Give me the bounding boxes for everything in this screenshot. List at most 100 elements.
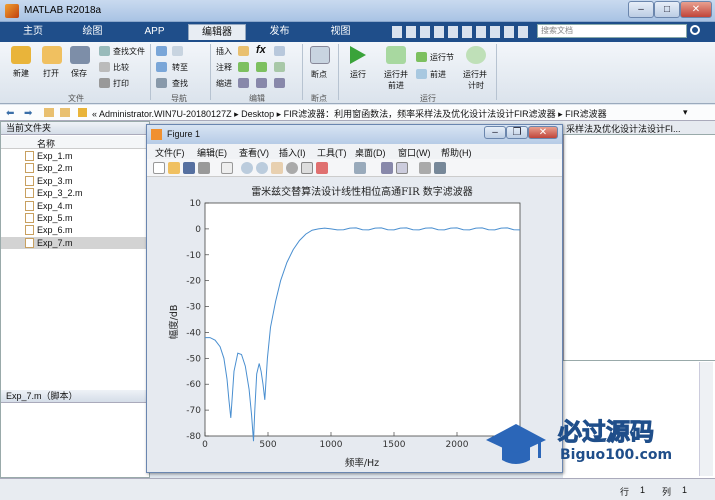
list-item[interactable]: Exp_3_2.m: [1, 187, 149, 199]
open-file-icon[interactable]: [168, 162, 180, 174]
wrap-comments-icon[interactable]: [274, 62, 285, 72]
print-figure-icon[interactable]: [198, 162, 210, 174]
list-item[interactable]: Exp_1.m: [1, 150, 149, 162]
link-plot-icon[interactable]: [354, 162, 366, 174]
goto-button[interactable]: 转至: [172, 62, 188, 73]
zoom-out-icon[interactable]: [256, 162, 268, 174]
pan-hand-icon[interactable]: [271, 162, 283, 174]
list-item[interactable]: Exp_2.m: [1, 162, 149, 174]
current-path[interactable]: « Administrator.WIN7U-20180127Z ▸ Deskto…: [92, 107, 607, 120]
menu-view[interactable]: 查看(V): [239, 146, 269, 159]
menu-window[interactable]: 窗口(W): [398, 146, 431, 159]
menu-help[interactable]: 帮助(H): [441, 146, 472, 159]
comment-button[interactable]: 注释: [216, 62, 232, 73]
editor-tab-area: 采样法及优化设计法设计FI...: [563, 121, 715, 135]
figure-minimize-button[interactable]: –: [484, 126, 506, 139]
menu-file[interactable]: 文件(F): [155, 146, 185, 159]
smart-indent-icon[interactable]: [238, 78, 249, 88]
open-folder-icon[interactable]: [42, 46, 62, 64]
data-cursor-icon[interactable]: [301, 162, 313, 174]
menu-edit[interactable]: 编辑(E): [197, 146, 227, 159]
breakpoints-button[interactable]: 断点: [311, 69, 327, 80]
rotate-3d-icon[interactable]: [286, 162, 298, 174]
tab-view[interactable]: 视图: [313, 24, 368, 40]
figure-title: Figure 1: [167, 129, 201, 139]
advance-button[interactable]: 前进: [430, 69, 446, 80]
tab-home[interactable]: 主页: [8, 24, 58, 40]
fx-icon[interactable]: fx: [256, 44, 266, 56]
list-item[interactable]: Exp_4.m: [1, 200, 149, 212]
minimize-button[interactable]: –: [628, 1, 654, 18]
save-icon[interactable]: [70, 46, 90, 64]
address-bar[interactable]: ⬅ ➡ « Administrator.WIN7U-20180127Z ▸ De…: [0, 105, 715, 121]
search-docs-input[interactable]: 搜索文档: [537, 24, 687, 38]
forward-arrow-icon[interactable]: [172, 46, 183, 56]
compare-button[interactable]: 比较: [113, 62, 129, 73]
tab-plots[interactable]: 绘图: [65, 24, 120, 40]
figure-menu-bar: 文件(F) 编辑(E) 查看(V) 插入(I) 工具(T) 桌面(D) 窗口(W…: [147, 144, 562, 159]
edit-plot-icon[interactable]: [221, 162, 233, 174]
run-and-advance-line2[interactable]: 前进: [388, 80, 404, 91]
increase-indent-icon[interactable]: [256, 78, 267, 88]
list-item[interactable]: Exp_6.m: [1, 224, 149, 236]
run-icon[interactable]: [350, 46, 366, 64]
run-and-time-line1[interactable]: 运行并: [463, 69, 487, 80]
new-figure-icon[interactable]: [153, 162, 165, 174]
menu-desktop[interactable]: 桌面(D): [355, 146, 386, 159]
insert-section-icon[interactable]: [238, 46, 249, 56]
save-button[interactable]: 保存: [71, 68, 87, 79]
list-item[interactable]: Exp_7.m: [1, 236, 149, 249]
decrease-indent-icon[interactable]: [274, 78, 285, 88]
new-button[interactable]: 新建: [13, 68, 29, 79]
insert-button[interactable]: 插入: [216, 46, 232, 57]
comment-percent-icon[interactable]: [238, 62, 249, 72]
browse-folder-icon[interactable]: [60, 108, 70, 117]
open-button[interactable]: 打开: [43, 68, 59, 79]
run-button[interactable]: 运行: [350, 69, 366, 80]
tab-editor[interactable]: 编辑器: [188, 24, 246, 40]
show-plot-tools-icon[interactable]: [434, 162, 446, 174]
y-axis-label: 幅度/dB: [168, 305, 180, 340]
up-folder-icon[interactable]: [44, 108, 54, 117]
search-icon[interactable]: [690, 25, 700, 35]
hide-plot-tools-icon[interactable]: [419, 162, 431, 174]
print-button[interactable]: 打印: [113, 78, 129, 89]
run-and-advance-line1[interactable]: 运行并: [384, 69, 408, 80]
breakpoints-icon[interactable]: [310, 46, 330, 64]
list-item[interactable]: Exp_3.m: [1, 175, 149, 187]
back-arrow-icon[interactable]: [156, 46, 167, 56]
plot-area: [204, 202, 521, 437]
maximize-button[interactable]: □: [654, 1, 680, 18]
menu-tools[interactable]: 工具(T): [317, 146, 347, 159]
tab-publish[interactable]: 发布: [252, 24, 307, 40]
forward-icon[interactable]: ➡: [24, 108, 32, 119]
menu-insert[interactable]: 插入(I): [279, 146, 306, 159]
path-dropdown-icon[interactable]: ▾: [683, 107, 688, 118]
new-icon[interactable]: [11, 46, 31, 64]
list-item[interactable]: Exp_5.m: [1, 212, 149, 224]
run-and-time-line2[interactable]: 计时: [468, 80, 484, 91]
save-figure-icon[interactable]: [183, 162, 195, 174]
insert-dropdown-icon[interactable]: [274, 46, 285, 56]
run-section-button[interactable]: 运行节: [430, 52, 454, 63]
run-and-time-icon[interactable]: [466, 46, 486, 64]
run-and-advance-icon[interactable]: [386, 46, 406, 64]
colorbar-icon[interactable]: [381, 162, 393, 174]
zoom-in-icon[interactable]: [241, 162, 253, 174]
uncomment-icon[interactable]: [256, 62, 267, 72]
editor-content[interactable]: [563, 135, 715, 360]
m-file-icon: [25, 200, 34, 211]
legend-icon[interactable]: [396, 162, 408, 174]
column-header[interactable]: 名称: [1, 136, 149, 149]
editor-tab-label[interactable]: 采样法及优化设计法设计FI...: [566, 122, 681, 135]
find-files-button[interactable]: 查找文件: [113, 46, 145, 57]
figure-restore-button[interactable]: ❐: [506, 126, 528, 139]
quick-access-toolbar[interactable]: [392, 26, 532, 38]
back-icon[interactable]: ⬅: [6, 108, 14, 119]
brush-icon[interactable]: [316, 162, 328, 174]
indent-button[interactable]: 缩进: [216, 78, 232, 89]
tab-apps[interactable]: APP: [127, 24, 182, 40]
close-button[interactable]: ✕: [680, 1, 712, 18]
find-button[interactable]: 查找: [172, 78, 188, 89]
figure-close-button[interactable]: ✕: [528, 126, 558, 139]
